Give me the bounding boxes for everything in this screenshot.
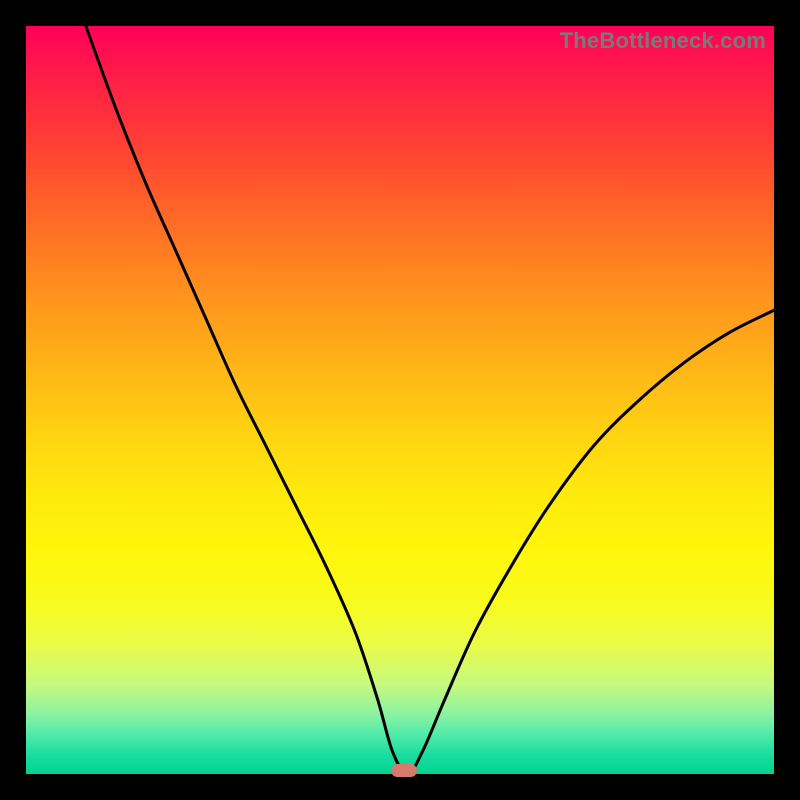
chart-frame: TheBottleneck.com: [0, 0, 800, 800]
minimum-marker: [391, 764, 417, 777]
curve-line: [86, 26, 774, 774]
gradient-plot-area: TheBottleneck.com: [26, 26, 774, 774]
bottleneck-curve: [26, 26, 774, 774]
